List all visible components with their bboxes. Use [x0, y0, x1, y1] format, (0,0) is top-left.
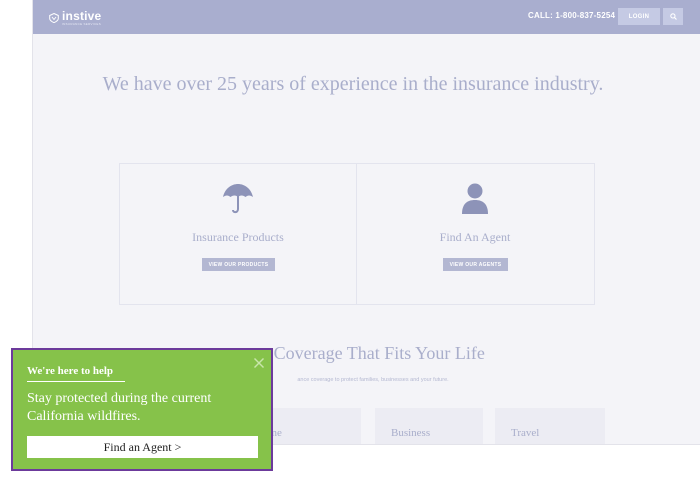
card-find-an-agent: Find An Agent VIEW OUR AGENTS	[357, 164, 593, 304]
popup-message: Stay protected during the current Califo…	[27, 391, 212, 424]
login-button[interactable]: LOGIN	[618, 8, 660, 25]
phone-number-link[interactable]: CALL: 1-800-837-5254	[528, 11, 615, 20]
view-agents-button[interactable]: VIEW OUR AGENTS	[443, 258, 508, 271]
find-an-agent-button[interactable]: Find an Agent >	[27, 436, 258, 458]
coverage-travel-tile[interactable]: Travel	[495, 408, 605, 444]
search-button[interactable]	[663, 8, 683, 25]
popup-heading: We're here to help	[27, 365, 114, 377]
logo-name: instive	[62, 9, 102, 23]
coverage-business-tile[interactable]: Business	[375, 408, 483, 444]
close-icon[interactable]	[253, 357, 265, 369]
search-icon	[669, 13, 677, 20]
popup-heading-underline	[27, 381, 125, 382]
wildfire-alert-popup: We're here to help Stay protected during…	[11, 348, 273, 471]
umbrella-icon	[223, 184, 253, 214]
coverage-label: Travel	[511, 427, 540, 439]
logo-mark-icon	[49, 13, 59, 23]
top-navigation-bar: instive INSURANCE SERVICES CALL: 1-800-8…	[33, 0, 700, 34]
logo[interactable]: instive INSURANCE SERVICES	[49, 9, 101, 27]
feature-cards: Insurance Products VIEW OUR PRODUCTS Fin…	[119, 163, 595, 305]
card-title: Find An Agent	[439, 230, 511, 244]
hero-headline: We have over 25 years of experience in t…	[102, 73, 604, 95]
coverage-label: Business	[391, 427, 431, 439]
logo-tagline: INSURANCE SERVICES	[62, 22, 102, 26]
card-insurance-products: Insurance Products VIEW OUR PRODUCTS	[120, 164, 356, 304]
person-icon	[462, 183, 488, 214]
view-products-button[interactable]: VIEW OUR PRODUCTS	[202, 258, 275, 271]
card-title: Insurance Products	[192, 230, 284, 244]
